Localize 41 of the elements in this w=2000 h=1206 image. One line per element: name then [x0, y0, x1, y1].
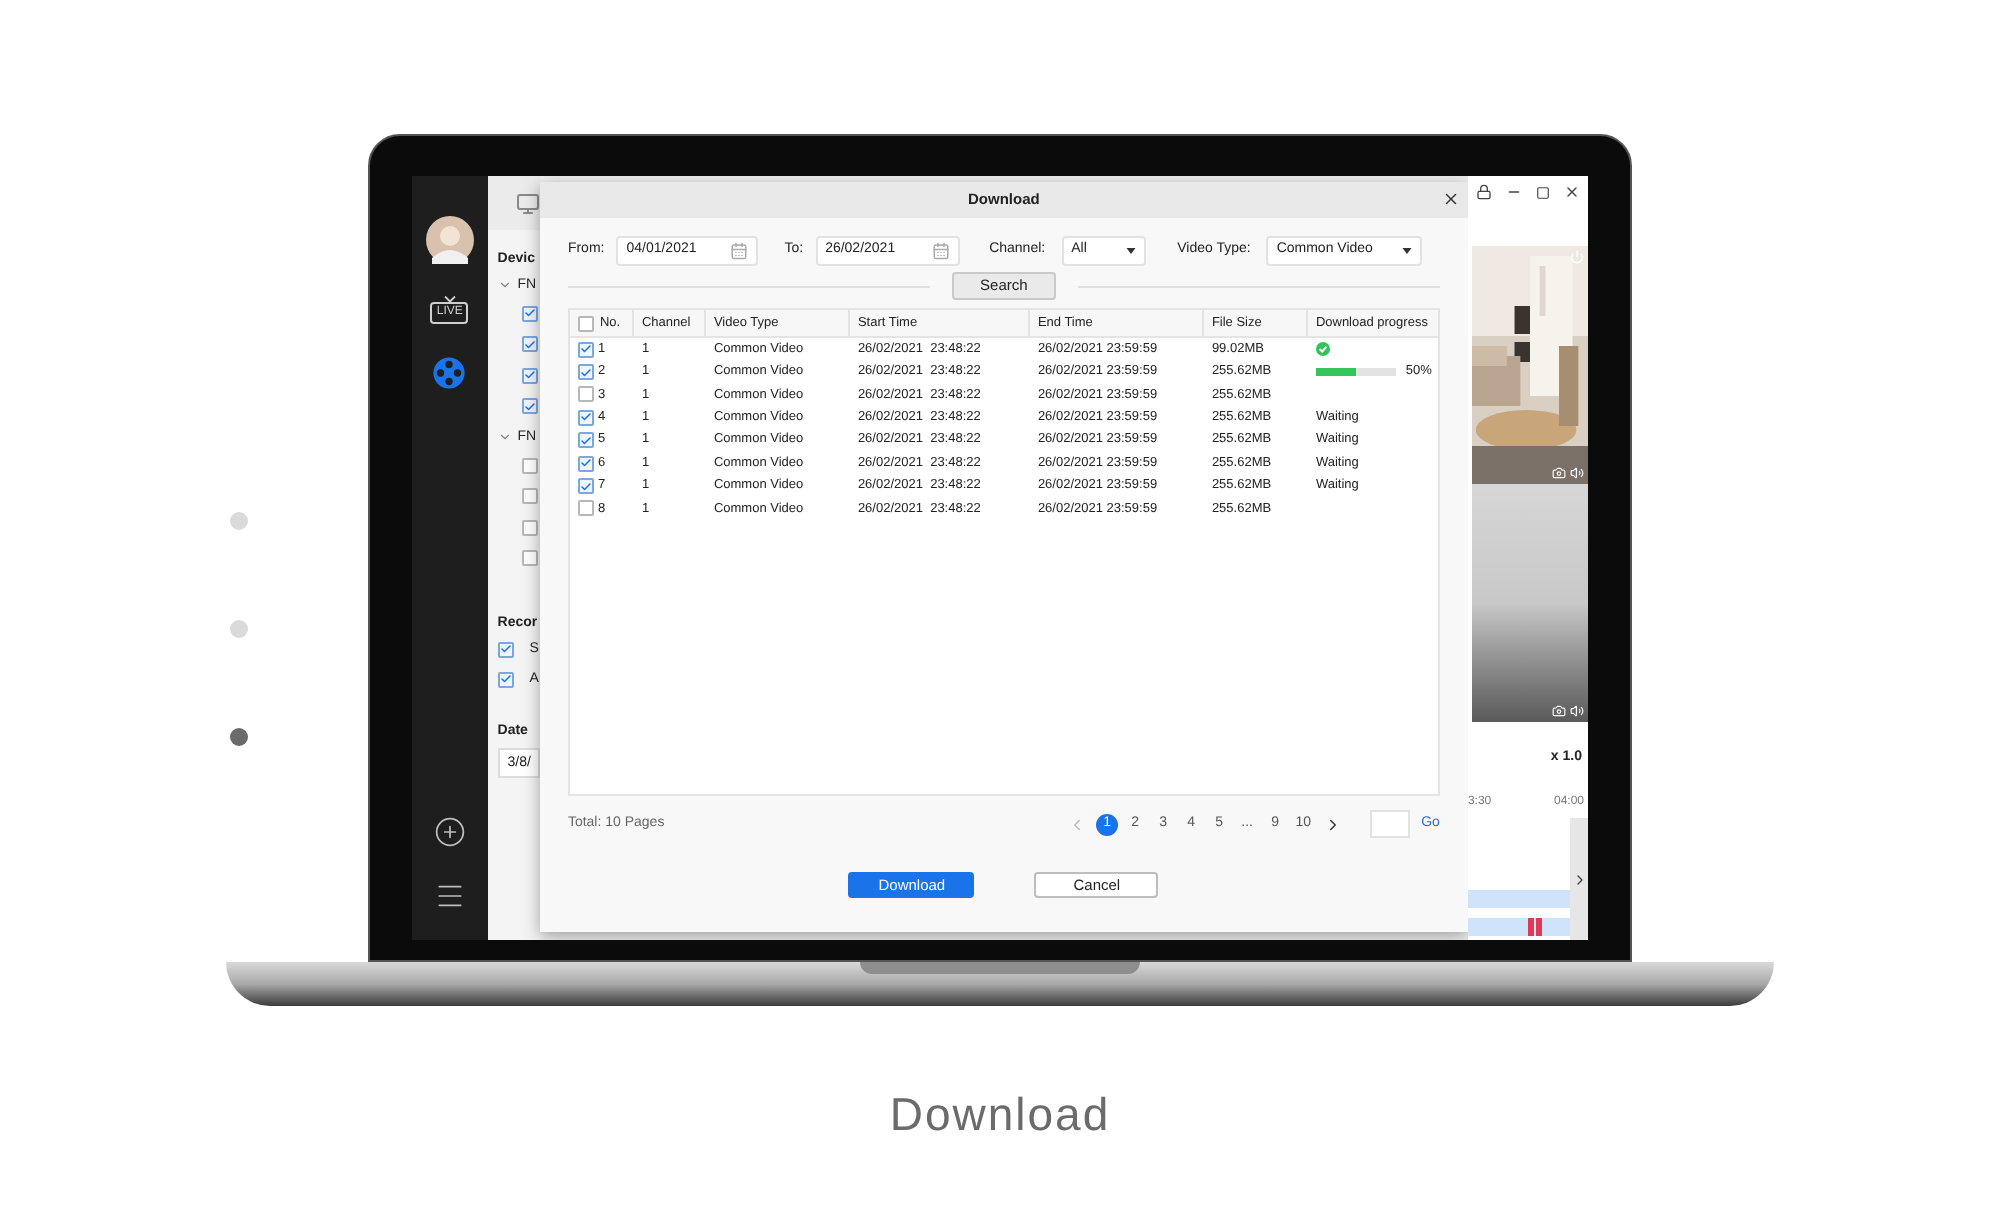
checkbox[interactable]: [521, 519, 538, 536]
checkbox[interactable]: [521, 367, 538, 384]
checkbox[interactable]: [577, 455, 594, 472]
lock-icon[interactable]: [1476, 184, 1493, 200]
camera-icon[interactable]: [1551, 704, 1566, 718]
page-input[interactable]: [1369, 810, 1410, 838]
checkbox[interactable]: [521, 488, 538, 505]
checkbox[interactable]: [577, 500, 594, 517]
checkbox[interactable]: [521, 305, 538, 322]
close-icon[interactable]: [1441, 190, 1460, 208]
checkbox[interactable]: [577, 386, 594, 403]
add-icon[interactable]: [433, 816, 466, 848]
calendar-icon[interactable]: [730, 242, 749, 260]
avatar[interactable]: [425, 216, 474, 264]
checkbox[interactable]: [577, 432, 594, 449]
checkbox[interactable]: [521, 550, 538, 567]
checkbox[interactable]: [577, 364, 594, 381]
close-icon[interactable]: [1563, 184, 1580, 200]
speaker-icon[interactable]: [1569, 704, 1584, 718]
maximize-icon[interactable]: [1535, 185, 1550, 199]
caret-icon: [1125, 248, 1136, 254]
checkbox[interactable]: [577, 341, 594, 358]
camera-icon[interactable]: [1551, 466, 1566, 480]
checkbox[interactable]: [577, 478, 594, 495]
checkbox[interactable]: [497, 671, 514, 687]
film-reel-icon[interactable]: [432, 356, 467, 390]
calendar-icon[interactable]: [931, 242, 950, 260]
chevron-icon[interactable]: [497, 429, 512, 443]
speaker-icon[interactable]: [1569, 466, 1584, 480]
caption: Download: [889, 1086, 1111, 1144]
checkbox[interactable]: [577, 315, 594, 331]
checkbox[interactable]: [497, 641, 514, 657]
caret-icon: [1402, 248, 1413, 254]
checkbox[interactable]: [521, 398, 538, 415]
done-icon: [1315, 342, 1330, 357]
checkbox[interactable]: [521, 457, 538, 474]
monitor-icon[interactable]: [515, 191, 540, 215]
menu-icon[interactable]: [433, 880, 466, 912]
checkbox[interactable]: [577, 409, 594, 426]
checkbox[interactable]: [521, 336, 538, 353]
chevron-icon[interactable]: [497, 277, 512, 291]
